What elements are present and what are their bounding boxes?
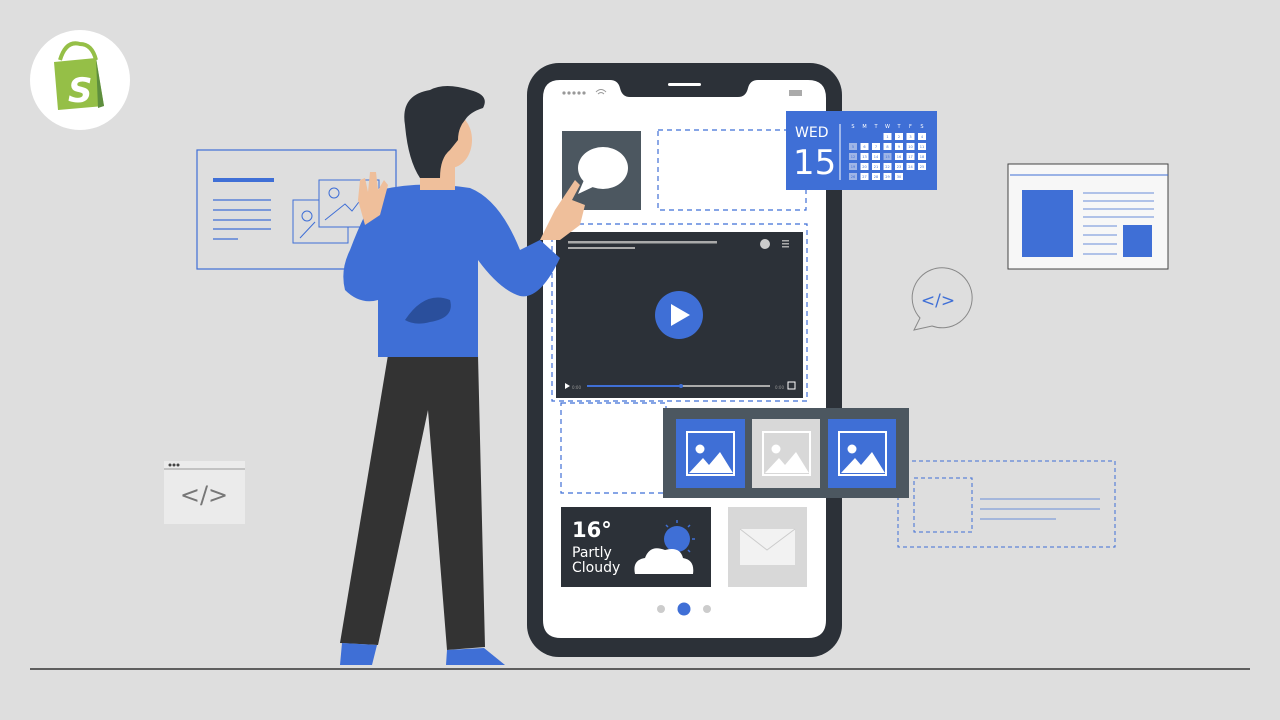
calendar-day-label: 26 [851, 175, 855, 179]
calendar-day-number: 15 [793, 143, 836, 183]
gallery-item[interactable] [676, 419, 745, 488]
weekday-header: M [862, 124, 866, 130]
page-dot[interactable] [657, 605, 665, 613]
shoe [446, 648, 505, 665]
calendar-day-label: 18 [920, 155, 924, 159]
progress-fill [587, 385, 681, 387]
envelope-icon [740, 529, 795, 565]
calendar-day-label: 24 [908, 165, 913, 169]
calendar-day-label: 30 [897, 175, 901, 179]
pants [340, 355, 485, 650]
calendar-day-label: 21 [874, 165, 878, 169]
svg-text:Cloudy: Cloudy [572, 560, 620, 576]
weekday-header: S [851, 124, 854, 130]
calendar-day-label: 14 [874, 155, 879, 159]
menu-icon [782, 240, 789, 248]
calendar-day-name: WED [795, 125, 828, 141]
calendar-day-label: 8 [886, 145, 888, 149]
weekday-header: W [885, 124, 890, 130]
weather-tile: 16° Partly Cloudy [561, 507, 711, 587]
code-icon: </> [180, 481, 228, 509]
calendar-day-label: 22 [885, 165, 889, 169]
page-dot[interactable] [703, 605, 711, 613]
calendar-widget: WED 15 S M T W T F S1 2 3 45 6 7 8 9 10 1112 13 14 15 16 17 1… [786, 111, 937, 190]
code-window: </> [164, 461, 245, 524]
dashed-wireframe [897, 460, 1116, 548]
video-player[interactable]: 0:00 0:00 [556, 232, 803, 398]
shoe [340, 643, 377, 665]
weekday-header: S [920, 124, 923, 130]
image-gallery [663, 408, 909, 498]
calendar-day-label: 29 [885, 175, 889, 179]
code-icon: </> [921, 291, 955, 311]
battery-icon [789, 90, 802, 96]
calendar-day-label: 1 [886, 135, 888, 139]
svg-text:Partly: Partly [572, 545, 612, 561]
gallery-item[interactable] [752, 419, 820, 488]
calendar-day-label: 7 [875, 145, 877, 149]
gallery-item[interactable] [828, 419, 896, 488]
calendar-day-label: 27 [862, 175, 866, 179]
mail-tile [728, 507, 807, 587]
calendar-day-label: 3 [909, 135, 911, 139]
calendar-day-label: 9 [898, 145, 900, 149]
svg-text:0:00: 0:00 [775, 385, 784, 390]
calendar-day-label: 2 [898, 135, 900, 139]
calendar-day-label: 13 [862, 155, 866, 159]
calendar-day-label: 5 [852, 145, 854, 149]
page-dot-active[interactable] [677, 602, 691, 616]
svg-text:16°: 16° [572, 518, 612, 542]
wireframe-card-right [1007, 163, 1169, 270]
calendar-day-label: 15 [885, 155, 889, 159]
calendar-day-label: 23 [897, 165, 901, 169]
calendar-day-label: 6 [863, 145, 865, 149]
shopify-logo: S [30, 30, 130, 130]
calendar-day-label: 28 [874, 175, 878, 179]
illustration: S </> </> 0:00 0:00 16° Partly Cloudy WE… [30, 30, 1250, 670]
code-bubble: </> [911, 267, 973, 331]
calendar-day-label: 16 [897, 155, 901, 159]
calendar-day-label: 11 [920, 145, 924, 149]
calendar-day-label: 25 [920, 165, 924, 169]
logo-letter: S [68, 71, 93, 111]
svg-text:0:00: 0:00 [572, 385, 581, 390]
calendar-day-label: 17 [908, 155, 912, 159]
progress-handle[interactable] [679, 384, 683, 388]
weekday-header: F [909, 124, 912, 130]
calendar-day-label: 10 [908, 145, 912, 149]
sun-icon [664, 526, 690, 552]
speaker [668, 83, 701, 86]
calendar-day-label: 12 [851, 155, 855, 159]
calendar-day-label: 20 [862, 165, 866, 169]
calendar-day-label: 19 [851, 165, 855, 169]
avatar-icon [760, 239, 770, 249]
